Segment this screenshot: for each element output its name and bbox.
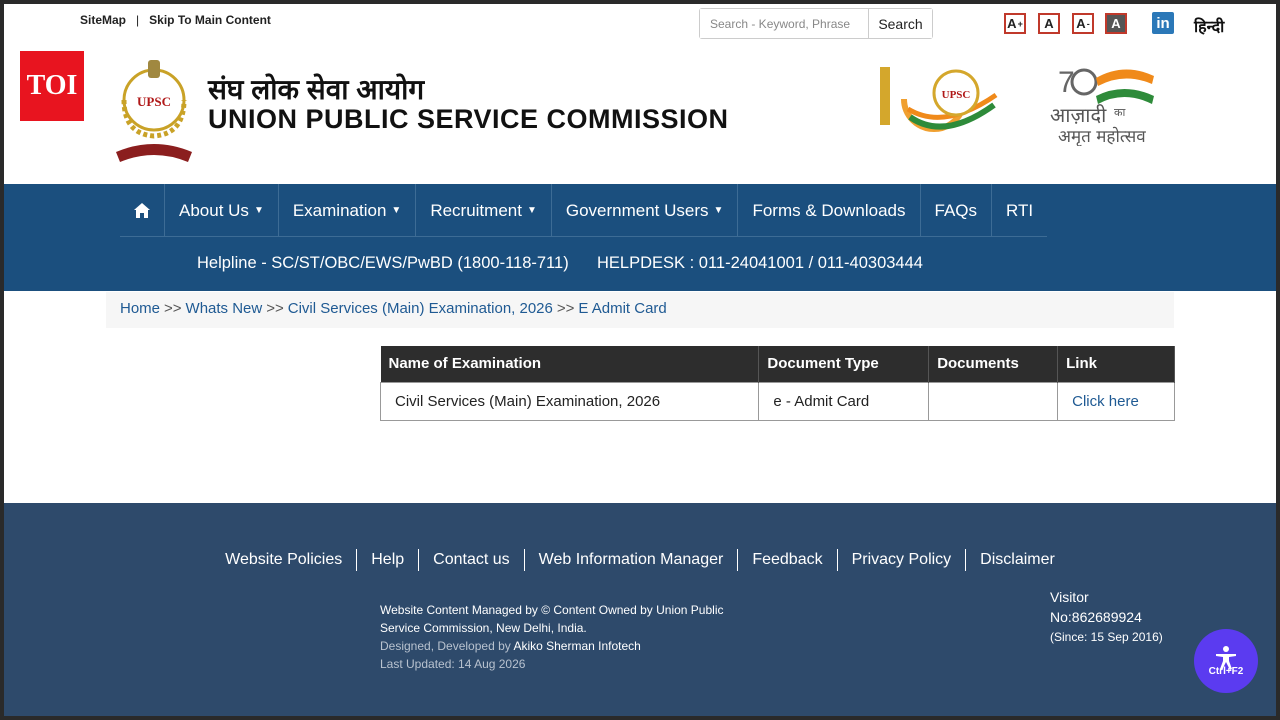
font-increase-sup: + — [1017, 18, 1023, 29]
col-header-link: Link — [1057, 346, 1175, 382]
caret-down-icon: ▼ — [526, 205, 537, 216]
search-input[interactable] — [700, 9, 868, 38]
click-here-link[interactable]: Click here — [1072, 393, 1139, 410]
nav-about-us-label: About Us — [179, 200, 249, 220]
cell-exam-name: Civil Services (Main) Examination, 2026 — [379, 381, 760, 421]
footer-website-policies[interactable]: Website Policies — [211, 549, 358, 571]
col-header-documents: Documents — [928, 346, 1059, 382]
font-decrease-sup: - — [1086, 18, 1090, 29]
footer: Website Policies Help Contact us Web Inf… — [4, 503, 1276, 716]
footer-web-information-manager[interactable]: Web Information Manager — [525, 549, 739, 571]
breadcrumb-home[interactable]: Home — [120, 300, 160, 317]
hindi-language-link[interactable]: हिन्दी — [1194, 15, 1224, 37]
nav-forms-downloads-label: Forms & Downloads — [752, 200, 906, 220]
cell-document-type: e - Admit Card — [758, 381, 930, 421]
nav-examination-label: Examination — [292, 200, 387, 220]
footer-info: Website Content Managed by © Content Own… — [380, 601, 760, 673]
visitor-since: (Since: 15 Sep 2016) — [1050, 630, 1163, 644]
nav-rti-label: RTI — [1006, 200, 1034, 220]
footer-contact-us[interactable]: Contact us — [419, 549, 525, 571]
toi-logo: TOI — [20, 51, 84, 121]
sitemap-link[interactable]: SiteMap — [80, 13, 126, 27]
font-decrease-button[interactable]: A- — [1072, 13, 1094, 34]
caret-down-icon: ▼ — [713, 205, 724, 216]
emblem-text: UPSC — [137, 94, 171, 109]
breadcrumb-separator: >> — [556, 300, 575, 317]
accessibility-button[interactable]: Ctrl+F2 — [1194, 629, 1258, 693]
footer-privacy-policy[interactable]: Privacy Policy — [838, 549, 967, 571]
table-header-row: Name of Examination Document Type Docume… — [380, 346, 1175, 382]
nav-rti[interactable]: RTI — [992, 184, 1047, 237]
visitor-number: No:862689924 — [1050, 609, 1142, 625]
breadcrumb-whats-new[interactable]: Whats New — [186, 300, 263, 317]
accessibility-shortcut: Ctrl+F2 — [1208, 665, 1244, 677]
font-increase-label: A — [1007, 16, 1017, 31]
nav-recruitment-label: Recruitment — [430, 200, 522, 220]
cell-documents — [928, 381, 1059, 421]
font-increase-button[interactable]: A + — [1004, 13, 1026, 34]
logo75-hindi: आज़ादी — [1050, 103, 1107, 127]
caret-down-icon: ▼ — [253, 205, 264, 216]
font-normal-label: A — [1044, 16, 1054, 31]
logo100-text: UPSC — [942, 89, 971, 101]
nav-home[interactable] — [120, 184, 165, 237]
breadcrumb: Home >> Whats New >> Civil Services (Main) E… — [106, 292, 1174, 328]
contrast-button[interactable]: A — [1105, 13, 1127, 34]
title-hindi: संघ लोक सेवा आयोग — [208, 74, 425, 105]
main-navigation: About Us ▼ Examination ▼ Recruitment ▼ Gove… — [4, 184, 1276, 291]
caret-down-icon: ▼ — [391, 205, 402, 216]
nav-government-users[interactable]: Government Users ▼ — [552, 184, 739, 237]
documents-table: Name of Examination Document Type Docume… — [379, 346, 1175, 421]
footer-links: Website Policies Help Contact us Web Inf… — [4, 549, 1276, 571]
home-icon — [134, 203, 150, 218]
nav-faqs-label: FAQs — [934, 200, 978, 220]
utility-links: SiteMap | Skip To Main Content — [80, 13, 271, 27]
font-decrease-label: A — [1076, 16, 1086, 31]
nav-faqs[interactable]: FAQs — [921, 184, 993, 237]
footer-feedback[interactable]: Feedback — [738, 549, 838, 571]
logo75-small: का — [1114, 106, 1125, 119]
breadcrumb-separator: >> — [266, 300, 284, 317]
search-form: Search — [699, 8, 933, 39]
visitor-counter: Visitor No:862689924 (Since: 15 Sep 2016… — [1050, 587, 1163, 647]
search-button[interactable]: Search — [868, 9, 932, 38]
font-normal-button[interactable]: A — [1038, 13, 1060, 34]
helpline-text: Helpline - SC/ST/OBC/EWS/PwBD (1800-118-… — [197, 254, 569, 272]
cell-link: Click here — [1057, 381, 1175, 421]
table-row: Civil Services (Main) Examination, 2026 … — [379, 381, 1175, 421]
upsc-100-years-logo: UPSC — [880, 67, 998, 132]
title-english: UNION PUBLIC SERVICE COMMISSION — [208, 104, 729, 134]
upsc-emblem-icon: UPSC — [116, 60, 192, 162]
contrast-label: A — [1111, 16, 1121, 31]
azadi-amrit-mahotsav-logo: 7 आज़ादी का अमृत महोत्सव — [1050, 66, 1154, 146]
col-header-type: Document Type — [758, 346, 930, 382]
nav-about-us[interactable]: About Us ▼ — [165, 184, 279, 237]
footer-disclaimer[interactable]: Disclaimer — [966, 549, 1069, 571]
nav-forms-downloads[interactable]: Forms & Downloads — [738, 184, 921, 237]
page-frame: SiteMap | Skip To Main Content Search A+… — [4, 4, 1276, 716]
footer-help[interactable]: Help — [357, 549, 420, 571]
nav-recruitment[interactable]: Recruitment ▼ — [416, 184, 552, 237]
breadcrumb-exam[interactable]: Civil Services (Main) Examination, 2026 — [288, 300, 553, 317]
footer-designed-by[interactable]: Akiko Sherman Infotech — [513, 639, 640, 653]
utility-separator: | — [136, 13, 140, 27]
nav-government-users-label: Government Users — [565, 200, 709, 220]
helpdesk-text: HELPDESK : 011-24041001 / 011-40303444 — [597, 254, 923, 272]
nav-menu: About Us ▼ Examination ▼ Recruitment ▼ Gove… — [120, 184, 1048, 237]
col-header-name: Name of Examination — [380, 346, 760, 382]
breadcrumb-separator: >> — [164, 300, 182, 317]
linkedin-icon[interactable]: in — [1152, 12, 1174, 34]
footer-designed-prefix: Designed, Developed by — [380, 639, 511, 653]
breadcrumb-current[interactable]: E Admit Card — [578, 300, 666, 317]
visitor-label: Visitor — [1050, 589, 1089, 605]
nav-examination[interactable]: Examination ▼ — [279, 184, 417, 237]
logo75-line2: अमृत महोत्सव — [1058, 126, 1146, 146]
footer-managed-text: Website Content Managed by © Content Own… — [380, 603, 724, 635]
skip-to-content-link[interactable]: Skip To Main Content — [149, 13, 271, 27]
utility-bar: SiteMap | Skip To Main Content Search A+… — [4, 4, 1276, 42]
footer-last-updated: Last Updated: 14 Aug 2026 — [380, 657, 526, 671]
